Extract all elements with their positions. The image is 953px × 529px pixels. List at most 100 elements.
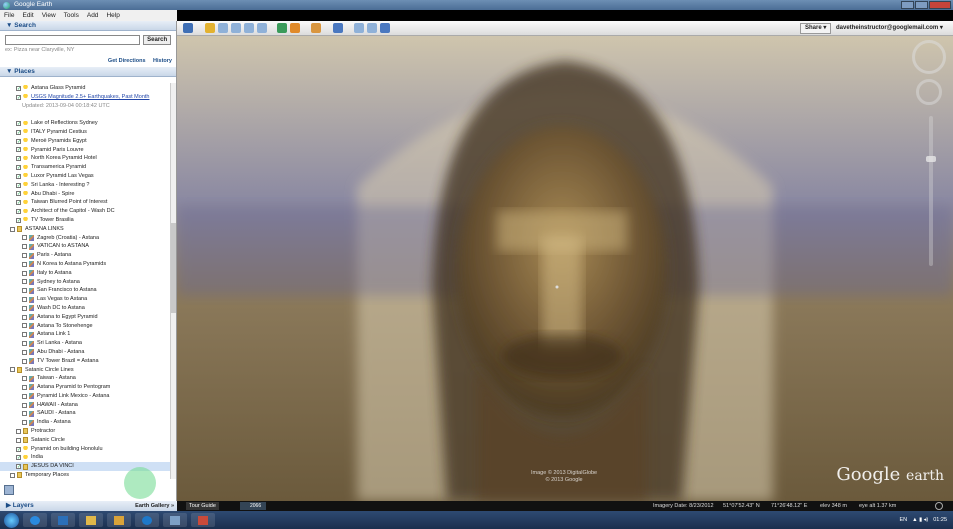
visibility-checkbox[interactable]: ✓ <box>16 464 21 470</box>
places-tree-item[interactable]: ✓ ITALY Pyramid Cestius <box>0 128 170 137</box>
places-tree-item[interactable]: Abu Dhabi - Astana <box>0 348 170 357</box>
places-tree-item[interactable]: Satanic Circle <box>0 436 170 445</box>
places-tree-item[interactable]: Astana to Egypt Pyramid <box>0 313 170 322</box>
places-tree-item[interactable]: ✓ Transamerica Pyramid <box>0 163 170 172</box>
start-button[interactable] <box>4 512 19 528</box>
places-tree-item[interactable]: Wash DC to Astana <box>0 304 170 313</box>
visibility-checkbox[interactable] <box>22 314 27 320</box>
places-tree-item[interactable]: ✓ USGS Magnitude 2.5+ Earthquakes, Past M… <box>0 93 170 102</box>
visibility-checkbox[interactable] <box>22 288 27 294</box>
visibility-checkbox[interactable] <box>22 358 27 364</box>
places-tree-item[interactable]: Astana Link 1 <box>0 330 170 339</box>
places-tree-item[interactable]: ✓ Architect of the Capitol - Wash DC <box>0 207 170 216</box>
visibility-checkbox[interactable] <box>22 297 27 303</box>
places-tree-item[interactable]: Pyramid Link Mexico - Astana <box>0 392 170 401</box>
taskbar-folder[interactable] <box>107 513 131 527</box>
maximize-button[interactable] <box>915 1 928 9</box>
visibility-checkbox[interactable]: ✓ <box>16 156 21 162</box>
visibility-checkbox[interactable] <box>16 437 21 443</box>
menu-tools[interactable]: Tools <box>64 10 79 21</box>
email-icon[interactable] <box>354 23 364 33</box>
visibility-checkbox[interactable]: ✓ <box>16 129 21 135</box>
print-icon[interactable] <box>367 23 377 33</box>
layers-panel-header[interactable]: ▶ Layers Earth Gallery » <box>0 501 177 511</box>
visibility-checkbox[interactable] <box>22 384 27 390</box>
clock[interactable]: 01:25 <box>933 517 947 523</box>
places-tree-item[interactable]: ✓ Lake of Reflections Sydney <box>0 119 170 128</box>
places-tree-item[interactable]: Zagreb (Croatia) - Astana <box>0 234 170 243</box>
places-tree-item[interactable]: ASTANA LINKS <box>0 225 170 234</box>
taskbar-media[interactable] <box>51 513 75 527</box>
places-tree-item[interactable]: Taiwan - Astana <box>0 374 170 383</box>
visibility-checkbox[interactable]: ✓ <box>16 455 21 461</box>
visibility-checkbox[interactable]: ✓ <box>16 173 21 179</box>
tour-guide-button[interactable]: Tour Guide <box>186 502 219 510</box>
places-tree-item[interactable]: Sydney to Astana <box>0 278 170 287</box>
menu-add[interactable]: Add <box>87 10 99 21</box>
taskbar-google-earth[interactable] <box>191 513 215 527</box>
look-joystick-icon[interactable] <box>912 40 946 74</box>
places-scrollbar[interactable] <box>170 83 176 479</box>
places-tree-item[interactable]: ✓ Pyramid on building Honolulu <box>0 445 170 454</box>
taskbar-app[interactable] <box>163 513 187 527</box>
visibility-checkbox[interactable] <box>22 235 27 241</box>
zoom-slider-knob[interactable] <box>926 156 936 162</box>
visibility-checkbox[interactable] <box>10 472 15 478</box>
ruler-icon[interactable] <box>333 23 343 33</box>
history-link[interactable]: History <box>153 58 172 64</box>
places-tree-item[interactable]: VATICAN to ASTANA <box>0 242 170 251</box>
places-tree-item[interactable]: Astana To Stonehenge <box>0 322 170 331</box>
visibility-checkbox[interactable]: ✓ <box>16 147 21 153</box>
visibility-checkbox[interactable] <box>10 226 15 232</box>
places-tree-item[interactable]: Satanic Circle Lines <box>0 366 170 375</box>
sunlight-icon[interactable] <box>290 23 300 33</box>
share-button[interactable]: Share ▾ <box>800 23 832 34</box>
visibility-checkbox[interactable] <box>16 428 21 434</box>
places-tree-item[interactable]: HAWAII - Astana <box>0 401 170 410</box>
placemark-icon[interactable] <box>205 23 215 33</box>
visibility-checkbox[interactable]: ✓ <box>16 209 21 215</box>
account-menu[interactable]: davetheinstructor@googlemail.com ▾ <box>836 24 943 31</box>
visibility-checkbox[interactable] <box>22 261 27 267</box>
visibility-checkbox[interactable]: ✓ <box>16 94 21 100</box>
visibility-checkbox[interactable] <box>22 341 27 346</box>
visibility-checkbox[interactable]: ✓ <box>16 85 21 91</box>
search-places-icon[interactable] <box>4 485 14 495</box>
search-button[interactable]: Search <box>143 35 171 45</box>
places-tree-item[interactable]: SAUDI - Astana <box>0 409 170 418</box>
menu-help[interactable]: Help <box>106 10 119 21</box>
places-tree-item[interactable]: Paris - Astana <box>0 251 170 260</box>
places-tree-item[interactable]: ✓ Sri Lanka - Interesting ? <box>0 181 170 190</box>
get-directions-link[interactable]: Get Directions <box>108 58 146 64</box>
menu-edit[interactable]: Edit <box>22 10 33 21</box>
places-tree-item[interactable]: ✓ Meroë Pyramids Egypt <box>0 137 170 146</box>
places-tree-item[interactable]: San Francisco to Astana <box>0 286 170 295</box>
tour-guide-thumbnail[interactable]: 2066 <box>240 502 266 510</box>
tree-item-label[interactable]: USGS Magnitude 2.5+ Earthquakes, Past Mo… <box>31 93 149 102</box>
visibility-checkbox[interactable] <box>22 411 27 417</box>
visibility-checkbox[interactable] <box>10 367 15 373</box>
overlay-icon[interactable] <box>244 23 254 33</box>
places-tree-item[interactable]: ✓ Abu Dhabi - Spire <box>0 190 170 199</box>
visibility-checkbox[interactable]: ✓ <box>16 121 21 127</box>
close-button[interactable] <box>929 1 951 9</box>
taskbar-explorer[interactable] <box>79 513 103 527</box>
visibility-checkbox[interactable]: ✓ <box>16 138 21 144</box>
search-panel-header[interactable]: ▼ Search <box>0 21 176 31</box>
visibility-checkbox[interactable] <box>22 323 27 329</box>
visibility-checkbox[interactable] <box>22 305 27 311</box>
visibility-checkbox[interactable]: ✓ <box>16 191 21 197</box>
earth-map-view[interactable]: Image © 2013 DigitalGlobe © 2013 Google … <box>177 36 953 501</box>
visibility-checkbox[interactable]: ✓ <box>16 217 21 223</box>
google-maps-icon[interactable] <box>380 23 390 33</box>
places-tree-item[interactable]: Italy to Astana <box>0 269 170 278</box>
search-input[interactable] <box>5 35 141 45</box>
visibility-checkbox[interactable] <box>22 332 27 338</box>
scrollbar-thumb[interactable] <box>171 223 176 313</box>
places-tree-item[interactable]: India - Astana <box>0 418 170 427</box>
visibility-checkbox[interactable] <box>22 420 27 426</box>
visibility-checkbox[interactable] <box>22 376 27 382</box>
places-tree-item[interactable]: N Korea to Astana Pyramids <box>0 260 170 269</box>
visibility-checkbox[interactable] <box>22 253 27 259</box>
visibility-checkbox[interactable] <box>22 349 27 355</box>
